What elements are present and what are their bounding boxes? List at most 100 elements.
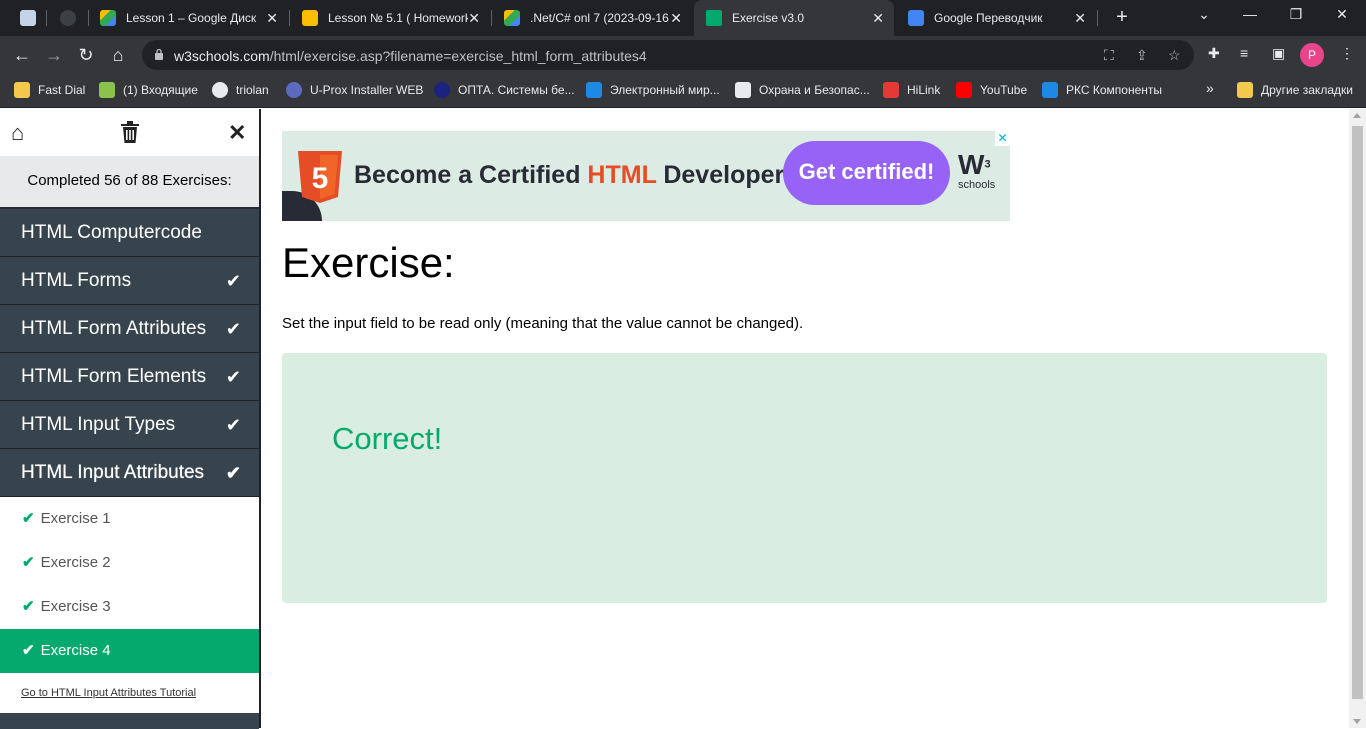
bookmark-hilink[interactable]: HiLink bbox=[883, 82, 940, 98]
tab-separator bbox=[1097, 10, 1098, 26]
shield-number: 5 bbox=[312, 162, 329, 195]
home-icon[interactable]: ⌂ bbox=[106, 44, 130, 66]
tab-title: Lesson 1 – Google Диск bbox=[126, 11, 257, 25]
certification-ad-banner[interactable]: 5 Become a Certified HTML Developer! Get… bbox=[282, 131, 1010, 221]
address-bar[interactable]: w3schools.com/html/exercise.asp?filename… bbox=[142, 40, 1194, 70]
checkmark-icon: ✔ bbox=[22, 642, 35, 659]
opta-icon bbox=[434, 82, 450, 98]
exercise-label: Exercise 1 bbox=[40, 510, 111, 527]
tab-google-translate[interactable]: Google Переводчик ✕ bbox=[896, 0, 1096, 36]
scroll-down-arrow-icon[interactable] bbox=[1353, 719, 1361, 724]
browser-toolbar: ← → ↻ ⌂ w3schools.com/html/exercise.asp?… bbox=[0, 36, 1366, 74]
checkmark-icon: ✔ bbox=[225, 319, 241, 339]
youtube-icon bbox=[956, 82, 972, 98]
home-icon[interactable]: ⌂ bbox=[11, 120, 24, 146]
close-tab-icon[interactable]: ✕ bbox=[670, 10, 682, 27]
menu-item-label: HTML Form Attributes bbox=[21, 318, 207, 339]
side-panel-icon[interactable]: ▣ bbox=[1272, 45, 1285, 62]
bookmark-star-icon[interactable]: ☆ bbox=[1168, 47, 1181, 64]
reload-icon[interactable]: ↻ bbox=[74, 44, 98, 66]
html5-shield-icon: 5 bbox=[298, 151, 342, 203]
bookmark-opta[interactable]: ОПТА. Системы бе... bbox=[434, 82, 575, 98]
exercise-item-2[interactable]: ✔ Exercise 2 bbox=[0, 541, 259, 585]
browser-tabstrip: Lesson 1 – Google Диск ✕ Lesson № 5.1 ( … bbox=[0, 0, 1366, 36]
trash-icon[interactable] bbox=[120, 121, 140, 143]
forward-icon[interactable]: → bbox=[42, 44, 66, 66]
menu-item-label: HTML Form Elements bbox=[21, 366, 207, 387]
exercise-label: Exercise 3 bbox=[40, 598, 111, 615]
share-icon[interactable]: ⇪ bbox=[1136, 47, 1148, 64]
tab-lesson-1-drive[interactable]: Lesson 1 – Google Диск ✕ bbox=[88, 0, 288, 36]
checkmark-icon: ✔ bbox=[225, 367, 241, 387]
page-scrollbar[interactable] bbox=[1349, 109, 1366, 728]
back-icon[interactable]: ← bbox=[10, 44, 34, 66]
pinned-tab-github-icon[interactable] bbox=[60, 10, 76, 26]
w3schools-logo: W3 schools bbox=[958, 151, 1002, 199]
tab-search-chevron-icon[interactable]: ⌄ bbox=[1192, 6, 1216, 23]
checkmark-icon: ✔ bbox=[22, 554, 35, 571]
menu-html-computercode[interactable]: HTML Computercode bbox=[0, 209, 259, 257]
pinned-tab-extension-icon[interactable] bbox=[20, 10, 36, 26]
electronic-world-icon bbox=[586, 82, 602, 98]
ad-headline-highlight: HTML bbox=[587, 161, 657, 189]
wifi-icon bbox=[1042, 82, 1058, 98]
sidebar-footer bbox=[0, 713, 259, 729]
get-certified-button[interactable]: Get certified! bbox=[783, 141, 950, 205]
scroll-up-arrow-icon[interactable] bbox=[1353, 113, 1361, 118]
bookmark-triolan[interactable]: triolan bbox=[212, 82, 269, 98]
close-tab-icon[interactable]: ✕ bbox=[266, 10, 278, 27]
bookmark-label: Охрана и Безопас... bbox=[759, 83, 870, 97]
tutorial-link[interactable]: Go to HTML Input Attributes Tutorial bbox=[0, 673, 259, 713]
menu-kebab-icon[interactable]: ⋮ bbox=[1340, 45, 1354, 62]
new-tab-icon[interactable]: + bbox=[1110, 6, 1134, 29]
close-tab-icon[interactable]: ✕ bbox=[1074, 10, 1086, 27]
menu-item-label: HTML Input Attributes bbox=[21, 462, 205, 483]
menu-html-input-types[interactable]: HTML Input Types ✔ bbox=[0, 401, 259, 449]
close-tab-icon[interactable]: ✕ bbox=[468, 10, 480, 27]
bookmark-inbox[interactable]: (1) Входящие bbox=[99, 82, 198, 98]
menu-html-form-elements[interactable]: HTML Form Elements ✔ bbox=[0, 353, 259, 401]
main-content: 5 Become a Certified HTML Developer! Get… bbox=[263, 109, 1349, 728]
bookmarks-more-icon[interactable]: » bbox=[1206, 80, 1214, 96]
bookmark-youtube[interactable]: YouTube bbox=[956, 82, 1027, 98]
bookmark-label: (1) Входящие bbox=[123, 83, 198, 97]
tab-exercise-active[interactable]: Exercise v3.0 ✕ bbox=[694, 0, 894, 36]
google-drive-icon bbox=[504, 10, 520, 26]
tab-title: .Net/C# onl 7 (2023-09-16 bbox=[530, 11, 669, 25]
more-chevron: » bbox=[1206, 80, 1214, 96]
bookmark-u-prox[interactable]: U-Prox Installer WEB bbox=[286, 82, 423, 98]
exercise-sidebar: ⌂ ✕ Completed 56 of 88 Exercises: HTML C… bbox=[0, 109, 261, 729]
tab-title: Exercise v3.0 bbox=[732, 11, 805, 25]
bookmark-fast-dial[interactable]: Fast Dial bbox=[14, 82, 85, 98]
menu-html-input-attributes[interactable]: HTML Input Attributes ✔ bbox=[0, 449, 259, 497]
url-path: /html/exercise.asp?filename=exercise_htm… bbox=[269, 48, 647, 64]
bookmark-security[interactable]: Охрана и Безопас... bbox=[735, 82, 870, 98]
bookmark-rks[interactable]: РКС Компоненты bbox=[1042, 82, 1162, 98]
ad-close-icon[interactable]: ✕ bbox=[995, 131, 1010, 146]
profile-avatar[interactable]: P bbox=[1300, 43, 1324, 67]
url-host: w3schools.com bbox=[174, 48, 270, 64]
tab-lesson-5-1[interactable]: Lesson № 5.1 ( Homework ✕ bbox=[290, 0, 490, 36]
sidebar-toolbar: ⌂ ✕ bbox=[0, 109, 259, 156]
close-tab-icon[interactable]: ✕ bbox=[872, 10, 884, 27]
extensions-icon[interactable]: ✚ bbox=[1208, 45, 1220, 62]
translate-page-icon[interactable]: ⛶ bbox=[1104, 47, 1114, 64]
bookmark-label: U-Prox Installer WEB bbox=[310, 83, 424, 97]
menu-item-label: HTML Input Types bbox=[21, 414, 176, 435]
logo-schools: schools bbox=[958, 179, 996, 191]
checkmark-icon: ✔ bbox=[22, 598, 35, 615]
bookmark-electronic-world[interactable]: Электронный мир... bbox=[586, 82, 720, 98]
media-control-icon[interactable]: ≡ bbox=[1240, 45, 1248, 61]
close-window-icon[interactable]: ✕ bbox=[1330, 6, 1354, 23]
close-icon[interactable]: ✕ bbox=[228, 120, 246, 146]
menu-html-forms[interactable]: HTML Forms ✔ bbox=[0, 257, 259, 305]
menu-html-form-attributes[interactable]: HTML Form Attributes ✔ bbox=[0, 305, 259, 353]
other-bookmarks[interactable]: Другие закладки bbox=[1237, 82, 1353, 98]
scrollbar-thumb[interactable] bbox=[1352, 126, 1363, 699]
exercise-item-1[interactable]: ✔ Exercise 1 bbox=[0, 497, 259, 541]
exercise-item-4-active[interactable]: ✔ Exercise 4 bbox=[0, 629, 259, 673]
tab-net-csharp[interactable]: .Net/C# onl 7 (2023-09-16 ✕ bbox=[492, 0, 692, 36]
minimize-icon[interactable]: — bbox=[1238, 6, 1262, 22]
exercise-item-3[interactable]: ✔ Exercise 3 bbox=[0, 585, 259, 629]
restore-icon[interactable]: ❐ bbox=[1284, 6, 1308, 23]
